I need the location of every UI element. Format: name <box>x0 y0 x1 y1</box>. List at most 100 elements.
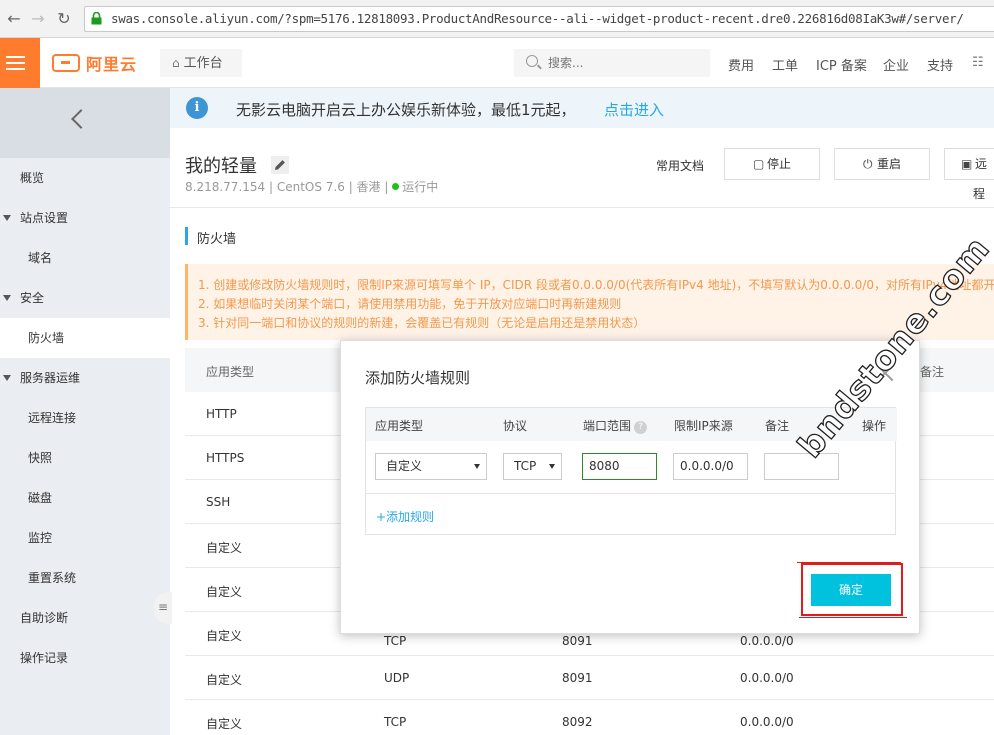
server-status: 运行中 <box>402 180 439 194</box>
browser-toolbar: ← → ↻ swas.console.aliyun.com/?spm=5176.… <box>0 0 994 38</box>
sidebar: 概览 站点设置 域名 安全 防火墙 服务器运维 远程连接 快照 磁盘 监控 重置… <box>0 88 172 735</box>
restart-button[interactable]: ⏻ 重启 <box>834 148 930 180</box>
protocol-select[interactable]: TCP <box>503 453 562 480</box>
row-type: HTTPS <box>206 451 245 465</box>
chevron-left-icon <box>71 109 91 129</box>
stop-icon: ▢ <box>753 157 765 171</box>
caret-down-icon <box>3 375 11 381</box>
sidebar-item-security[interactable]: 安全 <box>0 278 170 318</box>
sidebar-item-site-settings[interactable]: 站点设置 <box>0 198 170 238</box>
search-box[interactable] <box>514 49 710 77</box>
sidebar-collapse-handle[interactable]: ≡ <box>154 592 172 624</box>
lock-icon <box>91 12 102 25</box>
sidebar-item-diagnose[interactable]: 自助诊断 <box>0 598 170 638</box>
sidebar-item-disk[interactable]: 磁盘 <box>0 478 170 518</box>
col-action: 操作 <box>862 419 887 433</box>
tip-3: 3. 针对同一端口和协议的规则的新建，会覆盖已有规则（无论是启用还是禁用状态） <box>198 316 646 330</box>
sidebar-item-label: 服务器运维 <box>20 371 81 385</box>
nav-support[interactable]: 支持 <box>927 55 953 74</box>
dialog-title: 添加防火墙规则 <box>365 369 471 387</box>
monitor-icon: ▣ <box>961 157 973 171</box>
row-protocol: TCP <box>384 634 407 648</box>
tip-2: 2. 如果想临时关闭某个端口，请使用禁用功能，免于开放对应端口时再新建规则 <box>198 297 622 311</box>
row-port: 8091 <box>562 634 593 648</box>
row-type: SSH <box>206 495 231 509</box>
col-port-range: 端口范围? <box>583 417 648 434</box>
help-icon[interactable]: ? <box>634 421 648 434</box>
sidebar-item-operation-log[interactable]: 操作记录 <box>0 638 170 678</box>
col-port-range-label: 端口范围 <box>583 419 632 433</box>
nav-tickets[interactable]: 工单 <box>772 55 798 74</box>
firewall-tips: 1. 创建或修改防火墙规则时，限制IP来源可填写单个 IP，CIDR 段或者0.… <box>185 264 994 340</box>
remote-button[interactable]: ▣ 远程 <box>944 148 994 201</box>
promo-notice: i 无影云电脑开启云上办公娱乐新体验，最低1元起， 点击进入 <box>170 88 994 128</box>
port-range-input[interactable]: 8080 <box>582 453 657 480</box>
back-arrow-icon[interactable]: ← <box>4 9 24 29</box>
nav-billing[interactable]: 费用 <box>728 55 754 74</box>
col-remark: 备注 <box>765 419 790 433</box>
nav-enterprise[interactable]: 企业 <box>883 55 909 74</box>
server-meta: 8.218.77.154 | CentOS 7.6 | 香港 | 运行中 <box>185 180 439 194</box>
aliyun-logo-mark <box>52 54 80 72</box>
notice-text: 无影云电脑开启云上办公娱乐新体验，最低1元起， <box>236 101 576 119</box>
row-port: 8091 <box>562 671 593 685</box>
table-row: 自定义 UDP 8091 0.0.0.0/0 <box>185 656 994 700</box>
row-protocol: UDP <box>384 671 410 685</box>
list-icon: ≡ <box>158 600 169 614</box>
sidebar-item-domain[interactable]: 域名 <box>0 238 170 278</box>
server-region: 香港 <box>356 180 381 194</box>
add-rule-link[interactable]: +添加规则 <box>376 508 434 525</box>
edit-icon[interactable] <box>271 156 289 174</box>
workbench-label: 工作台 <box>183 56 223 71</box>
add-rule-dialog: 添加防火墙规则 应用类型 协议 端口范围? 限制IP来源 备注 操作 自定义 T… <box>340 340 920 634</box>
row-type: 自定义 <box>206 717 243 731</box>
sidebar-item-label: 安全 <box>20 291 45 305</box>
port-value: 8080 <box>589 459 620 473</box>
row-divider <box>366 493 895 494</box>
restart-label: 重启 <box>877 157 902 171</box>
search-icon <box>526 55 538 67</box>
sidebar-item-monitor[interactable]: 监控 <box>0 518 170 558</box>
aliyun-logo[interactable]: 阿里云 <box>52 52 137 74</box>
row-type: 自定义 <box>206 541 243 555</box>
language-icon[interactable]: ☷ <box>972 55 984 70</box>
sidebar-back[interactable] <box>0 88 170 158</box>
protocol-value: TCP <box>514 459 537 473</box>
remark-input[interactable] <box>764 453 839 480</box>
console-header: 阿里云 ⌂工作台 费用 工单 ICP 备案 企业 支持 ☷ <box>0 38 994 88</box>
reload-icon[interactable]: ↻ <box>54 9 74 29</box>
sidebar-item-overview[interactable]: 概览 <box>0 158 170 198</box>
ip-source-input[interactable]: 0.0.0.0/0 <box>673 453 748 480</box>
stop-button[interactable]: ▢ 停止 <box>724 148 820 180</box>
url-text[interactable]: swas.console.aliyun.com/?spm=5176.128180… <box>111 11 964 26</box>
confirm-button[interactable]: 确定 <box>811 574 891 606</box>
sidebar-item-remote[interactable]: 远程连接 <box>0 398 170 438</box>
row-source: 0.0.0.0/0 <box>740 671 794 685</box>
home-icon: ⌂ <box>172 56 180 70</box>
sidebar-item-reset[interactable]: 重置系统 <box>0 558 170 598</box>
menu-icon[interactable] <box>0 38 40 88</box>
row-protocol: TCP <box>384 715 407 729</box>
logo-text: 阿里云 <box>86 55 138 74</box>
forward-arrow-icon[interactable]: → <box>28 9 48 29</box>
caret-down-icon <box>3 215 11 221</box>
search-input[interactable] <box>548 53 698 73</box>
app-type-select[interactable]: 自定义 <box>375 453 487 480</box>
tip-1: 1. 创建或修改防火墙规则时，限制IP来源可填写单个 IP，CIDR 段或者0.… <box>198 278 994 292</box>
row-source: 0.0.0.0/0 <box>740 715 794 729</box>
row-type: 自定义 <box>206 629 243 643</box>
sidebar-item-firewall[interactable]: 防火墙 <box>0 318 170 358</box>
notice-link[interactable]: 点击进入 <box>604 99 664 120</box>
remote-label: 远程 <box>973 157 988 201</box>
server-ip: 8.218.77.154 <box>185 180 266 194</box>
sidebar-item-snapshot[interactable]: 快照 <box>0 438 170 478</box>
workbench-button[interactable]: ⌂ 工作台 <box>160 49 242 77</box>
docs-link[interactable]: 常用文档 <box>656 157 704 174</box>
address-bar[interactable]: swas.console.aliyun.com/?spm=5176.128180… <box>84 6 994 32</box>
dropdown-arrow-icon <box>474 464 480 469</box>
power-icon: ⏻ <box>863 157 873 171</box>
nav-icp[interactable]: ICP 备案 <box>816 55 867 74</box>
sidebar-item-server-ops[interactable]: 服务器运维 <box>0 358 170 398</box>
section-accent <box>185 227 188 245</box>
col-app-type: 应用类型 <box>375 419 424 433</box>
